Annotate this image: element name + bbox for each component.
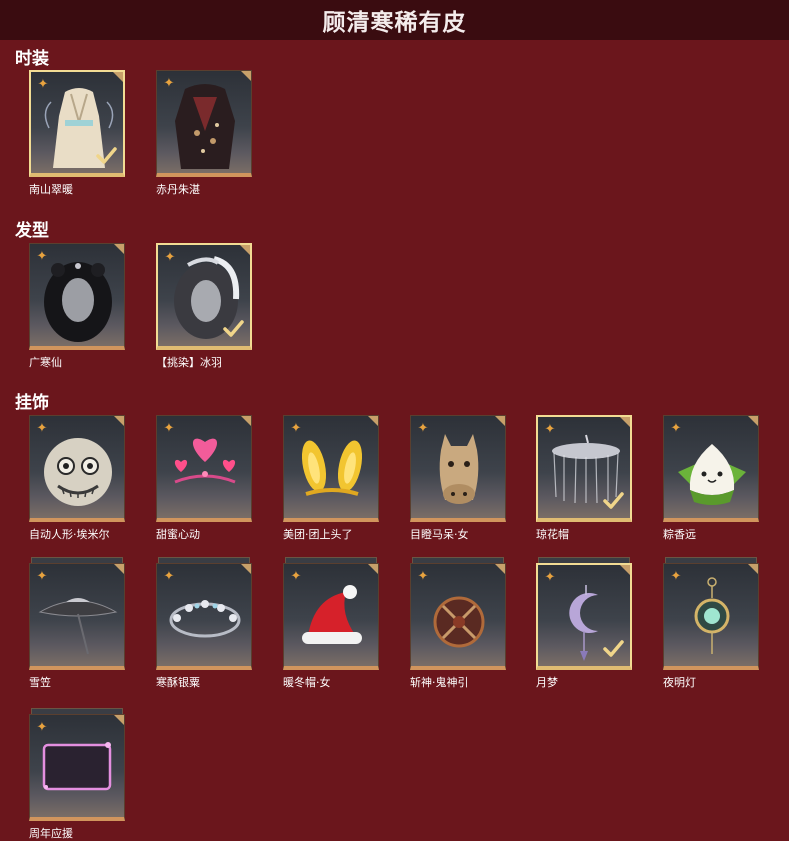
item-hansu[interactable]: ✦ 寒酥银粟 (156, 557, 252, 690)
page-title: 顾清寒稀有皮 (322, 10, 467, 36)
item-yuemeng[interactable]: ✦ 月梦 (536, 557, 632, 690)
corner-mark-icon (113, 72, 123, 82)
item-label: 斩神·鬼神引 (410, 676, 469, 689)
section-title-hair: 发型 (15, 221, 49, 241)
corner-mark-icon (240, 245, 250, 255)
rare-badge-icon: ✦ (36, 569, 48, 584)
rare-badge-icon: ✦ (163, 76, 175, 91)
rare-badge-icon: ✦ (417, 569, 429, 584)
item-label: 寒酥银粟 (156, 676, 200, 689)
item-yeming[interactable]: ✦ 夜明灯 (663, 557, 759, 690)
rare-badge-icon: ✦ (36, 421, 48, 436)
item-label: 自动人形·埃米尔 (29, 528, 110, 541)
item-label: 甜蜜心动 (156, 528, 200, 541)
rare-badge-icon: ✦ (670, 421, 682, 436)
item-card[interactable]: ✦ (410, 563, 506, 670)
section-title-fashion: 时装 (15, 49, 49, 69)
item-label: 雪笠 (29, 676, 51, 689)
item-label: 目瞪马呆·女 (410, 528, 469, 541)
item-zhounian[interactable]: ✦ 周年应援 (29, 708, 125, 841)
corner-mark-icon (114, 244, 124, 254)
item-card[interactable]: ✦ (29, 714, 125, 821)
rare-badge-icon: ✦ (36, 720, 48, 735)
item-card[interactable]: ✦ (536, 415, 632, 522)
item-card[interactable]: ✦ (29, 243, 125, 350)
rare-badge-icon: ✦ (417, 421, 429, 436)
corner-mark-icon (368, 416, 378, 426)
item-horse[interactable]: ✦ 目瞪马呆·女 (410, 415, 506, 542)
item-zongxiang[interactable]: ✦ 粽香远 (663, 415, 759, 542)
item-label: 夜明灯 (663, 676, 696, 689)
item-qionghua[interactable]: ✦ 琼花帽 (536, 415, 632, 542)
item-tianmi[interactable]: ✦ 甜蜜心动 (156, 415, 252, 542)
corner-mark-icon (748, 416, 758, 426)
owned-check-icon (223, 320, 244, 337)
rare-badge-icon: ✦ (290, 569, 302, 584)
owned-check-icon (603, 640, 624, 657)
rare-badge-icon: ✦ (36, 249, 48, 264)
corner-mark-icon (495, 416, 505, 426)
section-title-accessory: 挂饰 (15, 393, 49, 413)
rare-badge-icon: ✦ (163, 569, 175, 584)
rare-badge-icon: ✦ (164, 250, 176, 265)
item-card[interactable]: ✦ (29, 415, 125, 522)
rare-badge-icon: ✦ (670, 569, 682, 584)
item-label: 粽香远 (663, 528, 696, 541)
rare-badge-icon: ✦ (544, 570, 556, 585)
item-card[interactable]: ✦ (29, 563, 125, 670)
rare-badge-icon: ✦ (163, 421, 175, 436)
corner-mark-icon (114, 715, 124, 725)
corner-mark-icon (241, 564, 251, 574)
corner-mark-icon (241, 71, 251, 81)
page-header: 顾清寒稀有皮 (0, 0, 789, 40)
item-label: 【挑染】冰羽 (156, 356, 222, 369)
item-emil[interactable]: ✦ 自动人形·埃米尔 (29, 415, 125, 542)
item-label: 美团·团上头了 (283, 528, 353, 541)
item-label: 广寒仙 (29, 356, 62, 369)
item-label: 赤丹朱湛 (156, 183, 200, 196)
item-nanshan[interactable]: ✦ 南山翠暖 (29, 70, 125, 197)
item-card[interactable]: ✦ (156, 70, 252, 177)
corner-mark-icon (114, 416, 124, 426)
rare-badge-icon: ✦ (544, 422, 556, 437)
item-chidan[interactable]: ✦ 赤丹朱湛 (156, 70, 252, 197)
corner-mark-icon (495, 564, 505, 574)
item-card[interactable]: ✦ (156, 243, 252, 350)
item-zhanshen[interactable]: ✦ 斩神·鬼神引 (410, 557, 506, 690)
item-card[interactable]: ✦ (29, 70, 125, 177)
corner-mark-icon (748, 564, 758, 574)
item-xueli[interactable]: ✦ 雪笠 (29, 557, 125, 690)
corner-mark-icon (368, 564, 378, 574)
item-label: 暖冬帽·女 (283, 676, 331, 689)
item-bingyu[interactable]: ✦ 【挑染】冰羽 (156, 243, 252, 370)
item-card[interactable]: ✦ (283, 563, 379, 670)
item-card[interactable]: ✦ (410, 415, 506, 522)
item-card[interactable]: ✦ (663, 415, 759, 522)
item-label: 月梦 (536, 676, 558, 689)
item-guanghan[interactable]: ✦ 广寒仙 (29, 243, 125, 370)
corner-mark-icon (114, 564, 124, 574)
item-meituan[interactable]: ✦ 美团·团上头了 (283, 415, 379, 542)
corner-mark-icon (241, 416, 251, 426)
item-card[interactable]: ✦ (156, 415, 252, 522)
item-card[interactable]: ✦ (536, 563, 632, 670)
corner-mark-icon (620, 417, 630, 427)
item-nuandong[interactable]: ✦ 暖冬帽·女 (283, 557, 379, 690)
rare-badge-icon: ✦ (290, 421, 302, 436)
owned-check-icon (603, 492, 624, 509)
item-card[interactable]: ✦ (156, 563, 252, 670)
owned-check-icon (96, 147, 117, 164)
item-card[interactable]: ✦ (283, 415, 379, 522)
item-label: 琼花帽 (536, 528, 569, 541)
item-label: 周年应援 (29, 827, 73, 840)
item-card[interactable]: ✦ (663, 563, 759, 670)
corner-mark-icon (620, 565, 630, 575)
rare-badge-icon: ✦ (37, 77, 49, 92)
item-label: 南山翠暖 (29, 183, 73, 196)
